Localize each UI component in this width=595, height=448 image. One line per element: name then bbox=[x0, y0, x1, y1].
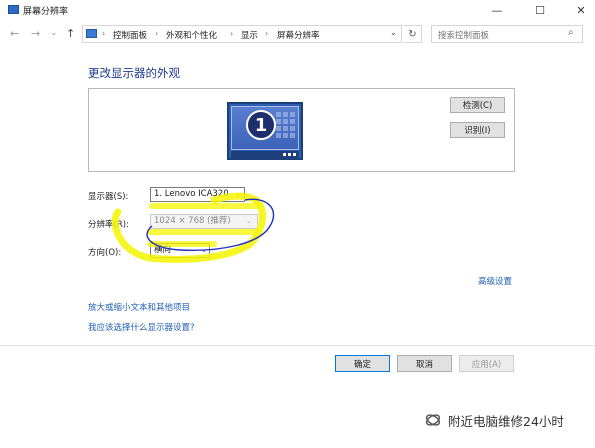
monitor-number-badge: 1 bbox=[246, 110, 276, 140]
search-icon[interactable]: ⌕ bbox=[568, 27, 574, 38]
close-button[interactable]: ✕ bbox=[567, 0, 595, 20]
recent-pages-icon[interactable]: ⌄ bbox=[50, 28, 58, 38]
resolution-select[interactable]: 1024 × 768 (推荐) bbox=[150, 214, 258, 229]
detect-button[interactable]: 检测(C) bbox=[450, 97, 505, 113]
breadcrumb-separator: › bbox=[102, 29, 106, 38]
breadcrumb-appearance[interactable]: 外观和个性化 bbox=[166, 29, 217, 41]
resolution-select-value: 1024 × 768 (推荐) bbox=[154, 216, 231, 226]
up-icon[interactable]: ↑ bbox=[66, 27, 75, 40]
display-select[interactable]: 1. Lenovo ICA320 bbox=[150, 187, 245, 202]
display-app-icon bbox=[8, 5, 19, 14]
breadcrumb-control-panel[interactable]: 控制面板 bbox=[113, 29, 147, 41]
divider bbox=[0, 345, 595, 346]
breadcrumb-separator: › bbox=[230, 29, 234, 38]
identify-button[interactable]: 识别(I) bbox=[450, 122, 505, 138]
breadcrumb-screen-resolution[interactable]: 屏幕分辨率 bbox=[277, 29, 320, 41]
chevron-down-icon: ⌄ bbox=[246, 217, 252, 225]
window-title: 屏幕分辨率 bbox=[23, 7, 69, 17]
address-dropdown-icon[interactable]: ⌄ bbox=[390, 28, 397, 37]
resolution-label: 分辨率(R): bbox=[88, 220, 129, 230]
ok-button[interactable]: 确定 bbox=[335, 355, 390, 372]
maximize-button[interactable]: ☐ bbox=[526, 0, 554, 20]
display-label: 显示器(S): bbox=[88, 192, 129, 202]
breadcrumb-display[interactable]: 显示 bbox=[241, 29, 258, 41]
chevron-down-icon: ⌄ bbox=[201, 246, 207, 254]
page-title: 更改显示器的外观 bbox=[88, 66, 180, 80]
refresh-icon[interactable]: ↻ bbox=[404, 25, 422, 43]
minimize-button[interactable]: — bbox=[483, 0, 511, 20]
text-size-link[interactable]: 放大或缩小文本和其他项目 bbox=[88, 301, 190, 313]
control-panel-icon bbox=[86, 29, 97, 38]
display-select-value: 1. Lenovo ICA320 bbox=[154, 189, 229, 199]
back-icon[interactable]: ← bbox=[10, 27, 19, 40]
orientation-select-value: 横向 bbox=[154, 245, 172, 255]
watermark-logo-icon bbox=[425, 414, 441, 426]
monitor-taskbar bbox=[231, 151, 299, 158]
search-placeholder: 搜索控制面板 bbox=[438, 31, 490, 41]
chevron-down-icon: ⌄ bbox=[235, 190, 241, 198]
breadcrumb-separator: › bbox=[265, 29, 269, 38]
cancel-button[interactable]: 取消 bbox=[397, 355, 452, 372]
breadcrumb-separator: › bbox=[155, 29, 159, 38]
advanced-settings-link[interactable]: 高级设置 bbox=[478, 275, 512, 287]
forward-icon[interactable]: → bbox=[31, 27, 40, 40]
display-settings-help-link[interactable]: 我应该选择什么显示器设置? bbox=[88, 321, 195, 333]
apply-button[interactable]: 应用(A) bbox=[459, 355, 514, 372]
orientation-label: 方向(O): bbox=[88, 248, 122, 258]
watermark-text: 附近电脑维修24小时 bbox=[448, 414, 564, 429]
